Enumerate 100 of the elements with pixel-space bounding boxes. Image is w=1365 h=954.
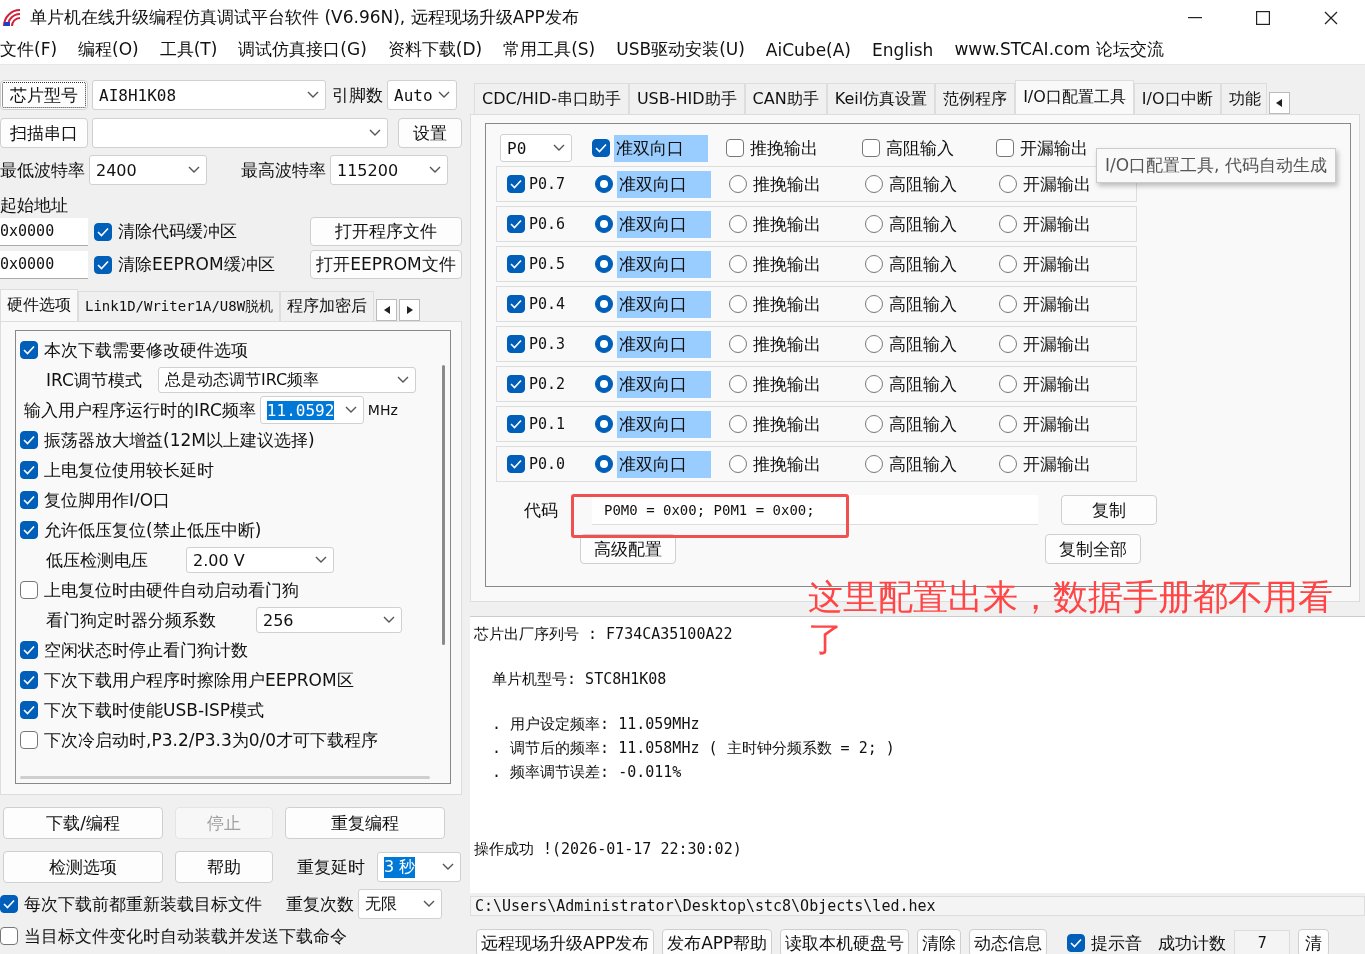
checkbox[interactable] bbox=[592, 139, 610, 157]
checkbox[interactable] bbox=[996, 139, 1014, 157]
mode-radio[interactable]: 开漏输出 bbox=[999, 250, 1139, 278]
checkbox[interactable] bbox=[20, 341, 38, 359]
address-field[interactable]: 0x0000 bbox=[0, 250, 88, 279]
option-checkbox[interactable]: 复位脚用作I/O口 bbox=[20, 488, 171, 512]
checkbox[interactable] bbox=[20, 491, 38, 509]
tab[interactable]: I/O口配置工具 bbox=[1015, 80, 1134, 114]
checkbox[interactable] bbox=[20, 461, 38, 479]
checkbox[interactable] bbox=[507, 335, 525, 353]
pin-checkbox[interactable]: P0.1 bbox=[507, 415, 595, 433]
option-checkbox[interactable]: 下次下载时使能USB-ISP模式 bbox=[20, 698, 265, 722]
checkbox[interactable] bbox=[20, 581, 38, 599]
checkbox[interactable] bbox=[20, 701, 38, 719]
tab[interactable]: CDC/HID-串口助手 bbox=[474, 83, 629, 114]
action-button[interactable]: 重复编程 bbox=[285, 807, 445, 839]
option-select[interactable]: 256 bbox=[256, 607, 402, 633]
port-select[interactable]: P0 bbox=[500, 134, 572, 162]
mode-radio[interactable]: 开漏输出 bbox=[999, 290, 1139, 318]
tab[interactable]: 硬件选项 bbox=[0, 289, 78, 321]
mode-radio[interactable]: 推挽输出 bbox=[729, 210, 865, 238]
tab[interactable]: 范例程序 bbox=[935, 83, 1016, 114]
mode-radio[interactable]: 推挽输出 bbox=[729, 450, 865, 478]
option-checkbox[interactable]: 下次下载用户程序时擦除用户EEPROM区 bbox=[20, 668, 354, 692]
menu-item[interactable]: English bbox=[872, 39, 934, 60]
checkbox[interactable] bbox=[20, 671, 38, 689]
checkbox[interactable] bbox=[0, 895, 18, 913]
toolbar-button[interactable]: 动态信息 bbox=[969, 929, 1048, 954]
scroll-left-icon[interactable] bbox=[376, 299, 398, 321]
option-checkbox[interactable]: 本次下载需要修改硬件选项 bbox=[20, 338, 248, 362]
pin-checkbox[interactable]: P0.0 bbox=[507, 455, 595, 473]
checkbox[interactable] bbox=[726, 139, 744, 157]
mode-radio[interactable]: 高阻输入 bbox=[865, 370, 999, 398]
menu-item[interactable]: USB驱动安装(U) bbox=[616, 38, 745, 61]
pins-select[interactable]: Auto bbox=[387, 80, 457, 110]
mode-radio[interactable]: 开漏输出 bbox=[999, 330, 1139, 358]
address-field[interactable]: 0x0000 bbox=[0, 217, 88, 246]
option-checkbox[interactable]: 振荡器放大增益(12M以上建议选择) bbox=[20, 428, 315, 452]
mode-radio[interactable]: 推挽输出 bbox=[729, 410, 865, 438]
clear-buffer-checkbox[interactable]: 清除代码缓冲区 bbox=[94, 220, 237, 243]
menu-item[interactable]: www.STCAI.com 论坛交流 bbox=[954, 38, 1164, 61]
mode-radio[interactable]: 推挽输出 bbox=[729, 290, 865, 318]
tab[interactable]: 程序加密后 bbox=[280, 291, 375, 321]
menu-item[interactable]: AiCube(A) bbox=[765, 39, 851, 60]
reset-button[interactable]: 清 bbox=[1298, 929, 1330, 954]
pin-checkbox[interactable]: P0.2 bbox=[507, 375, 595, 393]
option-select[interactable]: 2.00 V bbox=[186, 547, 334, 573]
menu-item[interactable]: 编程(O) bbox=[78, 38, 139, 61]
menu-item[interactable]: 资料下载(D) bbox=[387, 38, 483, 61]
open-file-button[interactable]: 打开程序文件 bbox=[310, 217, 462, 246]
mode-radio[interactable]: 推挽输出 bbox=[729, 330, 865, 358]
option-checkbox[interactable]: 上电复位使用较长延时 bbox=[20, 458, 214, 482]
checkbox[interactable] bbox=[94, 255, 112, 274]
settings-button[interactable]: 设置 bbox=[398, 118, 462, 148]
tab[interactable]: USB-HID助手 bbox=[628, 83, 745, 114]
pin-checkbox[interactable]: P0.4 bbox=[507, 295, 595, 313]
pin-checkbox[interactable]: P0.7 bbox=[507, 175, 595, 193]
code-field[interactable]: P0M0 = 0x00; P0M1 = 0x00; bbox=[592, 495, 1038, 525]
checkbox[interactable] bbox=[0, 927, 18, 945]
checkbox[interactable] bbox=[1067, 934, 1086, 952]
reload-checkbox[interactable]: 每次下载前都重新装载目标文件 bbox=[0, 892, 262, 916]
mode-radio[interactable]: 高阻输入 bbox=[865, 450, 999, 478]
scan-port-button[interactable]: 扫描串口 bbox=[0, 118, 88, 148]
checkbox[interactable] bbox=[20, 731, 38, 749]
chip-model-button[interactable]: 芯片型号 bbox=[0, 80, 88, 110]
checkbox[interactable] bbox=[507, 175, 525, 193]
toolbar-button[interactable]: 读取本机硬盘号 bbox=[780, 929, 910, 954]
mode-radio[interactable]: 推挽输出 bbox=[729, 370, 865, 398]
checkbox[interactable] bbox=[507, 295, 525, 313]
action-button[interactable]: 帮助 bbox=[175, 851, 273, 883]
frequency-select[interactable]: 11.0592 bbox=[259, 396, 364, 424]
mode-radio[interactable]: 开漏输出 bbox=[999, 210, 1139, 238]
option-checkbox[interactable]: 上电复位时由硬件自动启动看门狗 bbox=[20, 578, 299, 602]
beep-checkbox[interactable]: 提示音 bbox=[1067, 931, 1143, 954]
scroll-right-icon[interactable] bbox=[399, 299, 421, 321]
mode-radio[interactable]: 开漏输出 bbox=[999, 370, 1139, 398]
action-button[interactable]: 下载/编程 bbox=[3, 807, 163, 839]
option-checkbox[interactable]: 下次冷启动时,P3.2/P3.3为0/0才可下载程序 bbox=[20, 728, 379, 752]
option-checkbox[interactable]: 空闲状态时停止看门狗计数 bbox=[20, 638, 248, 662]
copy-button[interactable]: 复制 bbox=[1061, 495, 1157, 525]
mode-radio[interactable]: 推挽输出 bbox=[729, 170, 865, 198]
checkbox[interactable] bbox=[20, 641, 38, 659]
copy-all-button[interactable]: 复制全部 bbox=[1045, 534, 1141, 564]
mode-radio[interactable]: 高阻输入 bbox=[865, 290, 999, 318]
repeat-delay-select[interactable]: 3 秒 bbox=[377, 852, 461, 882]
mode-radio[interactable]: 推挽输出 bbox=[729, 250, 865, 278]
mode-checkbox[interactable]: 高阻输入 bbox=[862, 134, 996, 162]
menu-item[interactable]: 调试仿真接口(G) bbox=[238, 38, 367, 61]
tab[interactable]: I/O口中断 bbox=[1133, 83, 1221, 114]
mode-radio[interactable]: 高阻输入 bbox=[865, 170, 999, 198]
pin-checkbox[interactable]: P0.5 bbox=[507, 255, 595, 273]
toolbar-button[interactable]: 清除 bbox=[917, 929, 962, 954]
tab[interactable]: 功能 bbox=[1220, 83, 1267, 114]
mode-radio[interactable]: 高阻输入 bbox=[865, 330, 999, 358]
checkbox[interactable] bbox=[20, 431, 38, 449]
option-checkbox[interactable]: 允许低压复位(禁止低压中断) bbox=[20, 518, 262, 542]
min-baud-select[interactable]: 2400 bbox=[89, 155, 207, 185]
menu-item[interactable]: 常用工具(S) bbox=[503, 38, 596, 61]
action-button[interactable]: 检测选项 bbox=[3, 851, 163, 883]
menu-item[interactable]: 工具(T) bbox=[159, 38, 218, 61]
